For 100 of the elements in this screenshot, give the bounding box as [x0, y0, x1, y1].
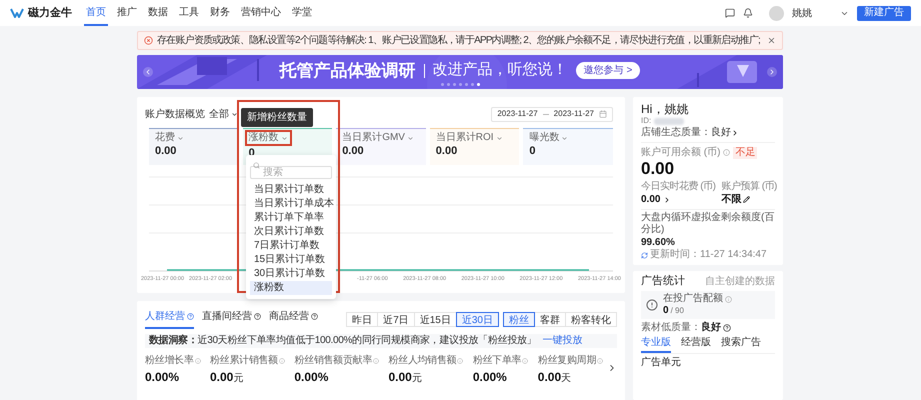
- ratio-value: 99.60%: [641, 236, 676, 248]
- quota-label: 在投广告配额: [663, 293, 723, 305]
- chevron-down-icon[interactable]: [177, 134, 184, 142]
- budget-label: 账户预算 (币): [721, 180, 777, 193]
- metric-label[interactable]: 涨粉数: [248, 132, 279, 144]
- dropdown-option[interactable]: 涨粉数: [250, 281, 332, 295]
- edit-icon[interactable]: [743, 196, 750, 203]
- nav-tab[interactable]: 首页: [84, 0, 108, 26]
- info-icon[interactable]: [457, 358, 464, 364]
- blurred-id: [654, 118, 684, 124]
- tab[interactable]: 商品经营: [269, 309, 318, 329]
- metric-label[interactable]: 当日累计ROI: [436, 132, 494, 144]
- quota-total: / 90: [670, 305, 684, 317]
- nav-tab[interactable]: 数据: [146, 0, 170, 26]
- metric-value: 0.00: [210, 369, 234, 386]
- metric-value: 0.00%: [145, 369, 180, 386]
- help-icon[interactable]: [723, 324, 731, 332]
- alert-icon: [646, 299, 658, 311]
- metric-value: 0.00: [155, 144, 178, 158]
- metric-label[interactable]: 曝光数: [529, 132, 560, 144]
- info-icon[interactable]: [522, 358, 528, 364]
- segment-button[interactable]: 昨日: [346, 312, 378, 326]
- close-icon[interactable]: [767, 36, 776, 45]
- error-icon: [144, 36, 153, 45]
- dropdown-option[interactable]: 7日累计订单数: [250, 239, 332, 253]
- create-ad-button[interactable]: 新建广告: [857, 6, 911, 20]
- card-title: 广告统计: [641, 275, 685, 288]
- metric-card[interactable]: 当日累计ROI 0.00: [430, 128, 520, 165]
- dropdown-option[interactable]: 累计订单下单率: [250, 211, 332, 225]
- section-title: 广告单元: [641, 357, 682, 369]
- metric-unit: 元: [412, 372, 422, 386]
- metric-card[interactable]: 花费 0.00: [149, 128, 239, 165]
- date-range-field[interactable]: 2023-11-27 2023-11-27: [491, 106, 613, 122]
- tab[interactable]: 专业版: [641, 337, 671, 353]
- metric-value: 0.00: [538, 369, 562, 386]
- info-icon[interactable]: [725, 296, 732, 302]
- start-date: 2023-11-27: [497, 108, 538, 120]
- info-icon[interactable]: [597, 358, 603, 364]
- dropdown-option[interactable]: 15日累计订单数: [250, 253, 332, 267]
- segment-button[interactable]: 近30日: [456, 312, 499, 326]
- segment-button[interactable]: 客群: [534, 312, 566, 326]
- join-button[interactable]: 邀您参与 >: [576, 62, 640, 79]
- logo-icon: [10, 7, 24, 19]
- budget-value: 不限: [721, 193, 742, 206]
- info-icon[interactable]: [723, 149, 730, 156]
- one-click-link[interactable]: 一键投放: [542, 335, 582, 347]
- info-icon[interactable]: [194, 358, 201, 364]
- nav-tab[interactable]: 推广: [115, 0, 139, 26]
- quota-value: 0: [663, 305, 669, 317]
- metric-value: 0.00: [342, 144, 365, 158]
- alert-text: 存在账户资质或政策、隐私设置等2个问题等待解决: 1、账户已设置隐私，请于APP内调整; 2、您的账户余额不足，请尽快进行充值，以重新启动推广;: [157, 34, 761, 47]
- metric-card[interactable]: 当日累计GMV 0.00: [336, 128, 426, 165]
- banner-title: 托管产品体验调研: [280, 60, 416, 82]
- nav-tab[interactable]: 工具: [177, 0, 201, 26]
- material-label: 素材低质量：: [641, 322, 701, 334]
- quality-value[interactable]: 良好: [711, 126, 731, 139]
- spend-label: 今日实时花费 (币): [641, 180, 716, 193]
- notification-icon[interactable]: [743, 8, 753, 18]
- message-icon[interactable]: [725, 8, 735, 18]
- chevron-down-icon[interactable]: [280, 134, 288, 142]
- tab[interactable]: 人群经营: [145, 309, 194, 329]
- tab[interactable]: 搜索广告: [721, 337, 761, 353]
- chevron-down-icon[interactable]: [496, 134, 503, 142]
- metric-label[interactable]: 当日累计GMV: [342, 132, 405, 144]
- chevron-right-icon[interactable]: [731, 128, 739, 136]
- dropdown-option[interactable]: 当日累计订单成本: [250, 197, 332, 211]
- chevron-down-icon[interactable]: [406, 134, 414, 142]
- metric-label: 粉丝累计销售额: [210, 354, 278, 368]
- metric-label[interactable]: 花费: [155, 132, 175, 144]
- info-icon[interactable]: [278, 358, 285, 364]
- segment-button[interactable]: 近15日: [414, 312, 457, 326]
- chevron-down-icon[interactable]: [561, 134, 568, 142]
- help-icon[interactable]: [254, 313, 261, 320]
- search-field[interactable]: 搜索: [250, 166, 332, 179]
- segment-button[interactable]: 近7日: [377, 312, 415, 326]
- insight-text: 数据洞察：近30天粉丝下单率均值低于100.00%的同行同规模商家，建议投放「粉丝投放」: [149, 335, 536, 347]
- metric-value: 0.00%: [294, 369, 328, 386]
- metric-card[interactable]: 曝光数 0: [523, 128, 613, 165]
- tab[interactable]: 直播间经营: [202, 309, 261, 329]
- help-icon[interactable]: [311, 313, 318, 320]
- caret-icon[interactable]: [231, 110, 238, 118]
- tooltip: 新增粉丝数量: [241, 108, 313, 127]
- nav-tab[interactable]: 营销中心: [239, 0, 283, 26]
- calendar-icon: [599, 110, 607, 118]
- section-title: 账户数据概览: [145, 108, 205, 122]
- balance-tag: 不足: [733, 146, 758, 158]
- dropdown-option[interactable]: 30日累计订单数: [250, 267, 332, 281]
- metric-value: 0.00: [436, 144, 458, 158]
- segment-button[interactable]: 粉丝: [503, 312, 535, 326]
- tab[interactable]: 经营版: [681, 337, 711, 353]
- refresh-icon[interactable]: [641, 252, 648, 258]
- spend-value: 0.00: [641, 193, 660, 206]
- dropdown-option[interactable]: 次日累计订单数: [250, 225, 332, 239]
- info-icon[interactable]: [372, 358, 379, 364]
- dropdown-option[interactable]: 当日累计订单数: [250, 183, 332, 197]
- filter-dropdown[interactable]: 全部: [209, 106, 238, 122]
- nav-tab[interactable]: 学堂: [290, 0, 314, 26]
- segment-button[interactable]: 粉客转化: [565, 312, 617, 326]
- metric-unit: 天: [561, 372, 572, 386]
- nav-tab[interactable]: 财务: [208, 0, 232, 26]
